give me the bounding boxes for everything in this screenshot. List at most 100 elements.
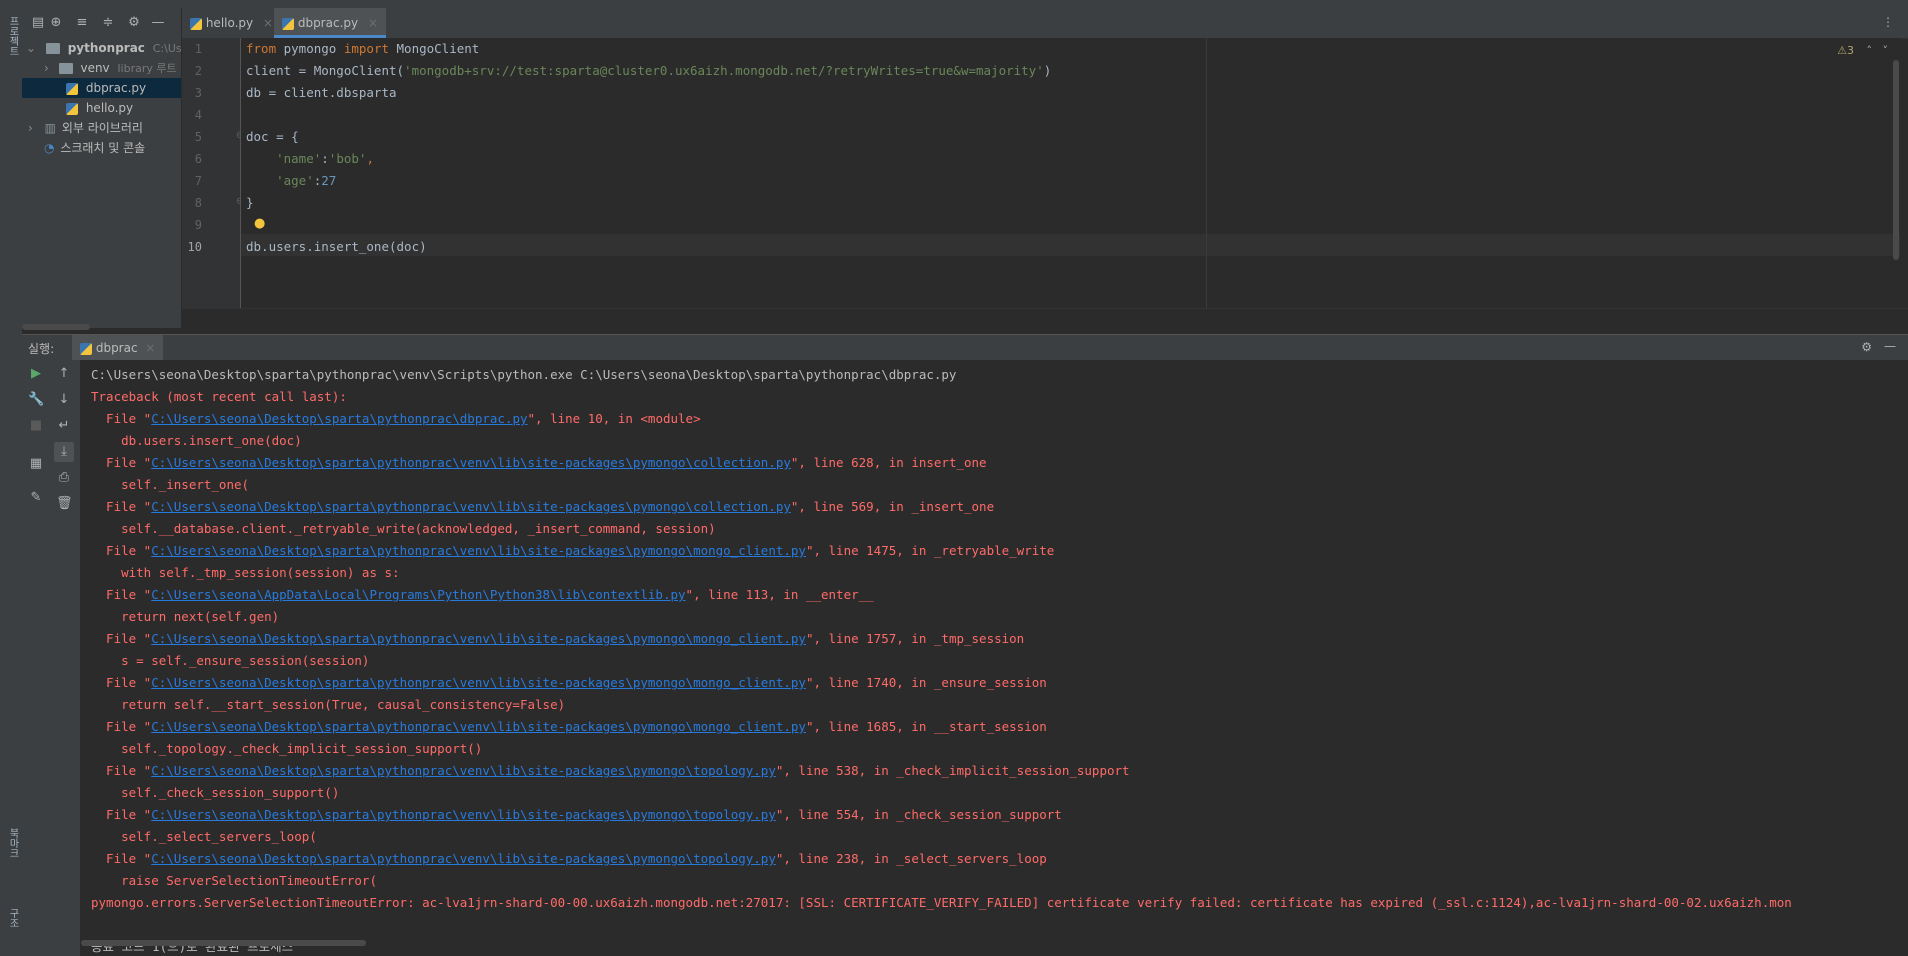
console-text: File " — [91, 807, 152, 822]
minimize-icon[interactable]: — — [150, 15, 166, 31]
play-icon[interactable]: ▶ — [28, 366, 44, 382]
console-text: ", line 538, in _check_implicit_session_… — [775, 763, 1130, 778]
code-editor[interactable]: from pymongo import MongoClient client =… — [241, 38, 1900, 308]
file-link[interactable]: C:\Users\seona\Desktop\sparta\pythonprac… — [151, 851, 776, 866]
line-number: 1 — [194, 42, 202, 56]
code-token: 27 — [321, 173, 337, 188]
line-number: 6 — [194, 152, 202, 166]
close-icon[interactable]: × — [263, 16, 273, 30]
file-link[interactable]: C:\Users\seona\Desktop\sparta\pythonprac… — [151, 719, 806, 734]
file-link[interactable]: C:\Users\seona\AppData\Local\Programs\Py… — [151, 587, 685, 602]
console-line: File "C:\Users\seona\Desktop\sparta\pyth… — [91, 804, 1062, 826]
tree-item-label: dbprac.py — [85, 81, 147, 95]
tree-item-hello[interactable]: hello.py — [22, 98, 181, 118]
close-icon[interactable]: × — [368, 16, 378, 30]
structure-tool-button[interactable]: 구조 — [5, 908, 20, 928]
console-line: self._select_servers_loop( — [91, 829, 317, 844]
console-text: ", line 569, in _insert_one — [790, 499, 995, 514]
arrow-down-icon[interactable]: ↓ — [56, 392, 72, 408]
gear-icon[interactable]: ⚙ — [1861, 340, 1872, 354]
file-link[interactable]: C:\Users\seona\Desktop\sparta\pythonprac… — [151, 631, 806, 646]
file-link[interactable]: C:\Users\seona\Desktop\sparta\pythonprac… — [151, 543, 806, 558]
console-line: File "C:\Users\seona\Desktop\sparta\pyth… — [91, 672, 1047, 694]
console-line: self._insert_one( — [91, 477, 250, 492]
locate-icon[interactable]: ⊕ — [48, 15, 64, 31]
console-text: File " — [91, 631, 152, 646]
warning-indicator[interactable]: ⚠3 — [1837, 44, 1854, 57]
line-number: 3 — [194, 86, 202, 100]
layout-icon[interactable]: ▦ — [28, 456, 44, 472]
console-line: self._check_session_support() — [91, 785, 340, 800]
console-text: ", line 113, in __enter__ — [685, 587, 874, 602]
file-link[interactable]: C:\Users\seona\Desktop\sparta\pythonprac… — [151, 455, 791, 470]
code-line-10: db.users.insert_one(doc) — [246, 239, 427, 254]
file-link[interactable]: C:\Users\seona\Desktop\sparta\pythonprac… — [151, 411, 527, 426]
collapse-all-icon[interactable]: ≑ — [100, 15, 116, 31]
code-token: ) — [1043, 63, 1052, 78]
stop-icon[interactable]: ■ — [28, 418, 44, 434]
run-tab-label: dbprac — [95, 341, 138, 355]
vertical-scrollbar[interactable] — [1893, 60, 1899, 260]
run-tab-dbprac[interactable]: dbprac × — [72, 335, 164, 363]
tree-item-pythonprac[interactable]: ⌄ pythonprac C:\User — [22, 38, 193, 58]
project-toolbar: ▤ ⊕ ≡ ≑ ⚙ — — [22, 8, 181, 38]
scroll-end-icon[interactable]: ⤓ — [54, 442, 74, 462]
collapse-icon[interactable]: ▤ — [30, 15, 46, 31]
python-file-icon — [282, 17, 294, 30]
horizontal-scrollbar[interactable] — [81, 940, 366, 946]
console-line: File "C:\Users\seona\Desktop\sparta\pyth… — [91, 760, 1130, 782]
tree-item-scratches[interactable]: ◔ 스크래치 및 콘솔 — [22, 138, 181, 158]
chevron-up-icon[interactable]: ˄ — [1867, 44, 1873, 57]
console-output[interactable]: C:\Users\seona\Desktop\sparta\pythonprac… — [81, 360, 1908, 956]
console-line: File "C:\Users\seona\Desktop\sparta\pyth… — [91, 452, 987, 474]
pin-icon[interactable]: ✎ — [28, 490, 44, 506]
file-link[interactable]: C:\Users\seona\Desktop\sparta\pythonprac… — [151, 675, 806, 690]
line-number: 7 — [194, 174, 202, 188]
minimize-icon[interactable]: — — [1884, 339, 1896, 353]
tree-item-label: pythonprac — [67, 41, 145, 55]
file-link[interactable]: C:\Users\seona\Desktop\sparta\pythonprac… — [151, 499, 791, 514]
horizontal-scrollbar[interactable] — [22, 324, 90, 330]
console-line: self._topology._check_implicit_session_s… — [91, 741, 483, 756]
editor-gutter: 1 2 3 4 5 6 7 8 9 10 ⊖ ⊖ — [182, 38, 244, 308]
chevron-down-icon[interactable]: ˅ — [1883, 44, 1889, 57]
trash-icon[interactable]: 🗑 — [56, 496, 73, 512]
console-line: with self._tmp_session(session) as s: — [91, 565, 400, 580]
soft-wrap-icon[interactable]: ↵ — [56, 418, 72, 434]
console-line: pymongo.errors.ServerSelectionTimeoutErr… — [91, 895, 1792, 910]
tab-hello[interactable]: hello.py × — [182, 8, 281, 38]
python-file-icon — [66, 82, 78, 95]
close-icon[interactable]: × — [145, 341, 155, 355]
console-text: ", line 1685, in __start_session — [805, 719, 1047, 734]
tree-item-venv[interactable]: › venv library 루트 — [22, 58, 181, 78]
code-line-3: db = client.dbsparta — [246, 85, 397, 100]
line-number: 2 — [194, 64, 202, 78]
tree-item-label: venv — [80, 61, 110, 75]
more-options-icon[interactable]: ⋮ — [1882, 15, 1894, 29]
file-link[interactable]: C:\Users\seona\Desktop\sparta\pythonprac… — [151, 807, 776, 822]
gear-icon[interactable]: ⚙ — [126, 15, 142, 31]
lightbulb-icon[interactable]: ● — [254, 216, 265, 231]
tree-item-external-libraries[interactable]: › ▥ 외부 라이브러리 — [22, 118, 181, 138]
tab-dbprac[interactable]: dbprac.py × — [274, 8, 386, 38]
python-file-icon — [80, 342, 92, 355]
console-line: File "C:\Users\seona\Desktop\sparta\pyth… — [91, 848, 1047, 870]
expand-all-icon[interactable]: ≡ — [74, 15, 90, 31]
tab-label: hello.py — [205, 16, 254, 30]
code-line-5: doc = { — [246, 129, 299, 144]
console-text: ", line 238, in _select_servers_loop — [775, 851, 1047, 866]
print-icon[interactable]: ⎙ — [56, 470, 72, 486]
project-panel: ▤ ⊕ ≡ ≑ ⚙ — ⌄ pythonprac C:\User › venv … — [22, 8, 193, 330]
python-file-icon — [66, 102, 78, 115]
console-line: File "C:\Users\seona\AppData\Local\Progr… — [91, 584, 874, 606]
wrench-icon[interactable]: 🔧 — [28, 392, 44, 408]
bookmarks-tool-button[interactable]: 북마크 — [5, 828, 20, 858]
project-tool-button[interactable]: 프로젝트 — [5, 16, 20, 56]
file-link[interactable]: C:\Users\seona\Desktop\sparta\pythonprac… — [151, 763, 776, 778]
arrow-up-icon[interactable]: ↑ — [56, 366, 72, 382]
console-text: File " — [91, 675, 152, 690]
console-text: File " — [91, 587, 152, 602]
tree-item-dbprac[interactable]: dbprac.py — [22, 78, 181, 98]
code-token: 'mongodb+srv://test:sparta@cluster0.ux6a… — [404, 63, 1044, 78]
code-line-7: 'age':27 — [246, 170, 336, 192]
